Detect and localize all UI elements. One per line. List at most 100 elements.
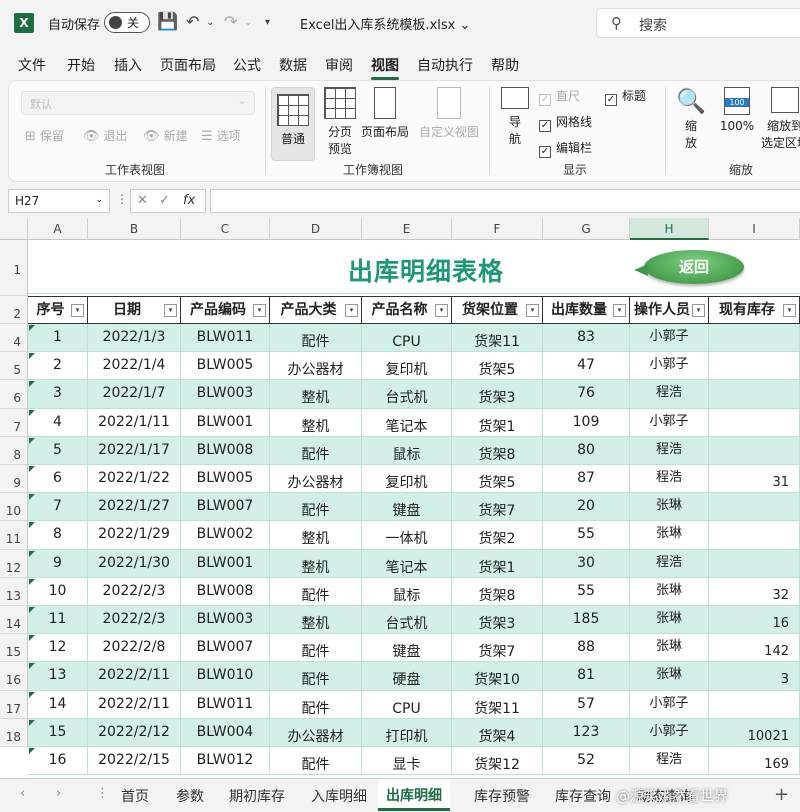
- cell-d14[interactable]: 配件: [270, 634, 362, 663]
- cell-d11[interactable]: 整机: [270, 549, 362, 578]
- cell-e5[interactable]: 台式机: [362, 380, 452, 409]
- cell-a5[interactable]: 3: [28, 380, 88, 409]
- cell-g7[interactable]: 80: [543, 436, 630, 465]
- cell-i17[interactable]: 10021: [709, 718, 800, 747]
- cell-g18[interactable]: 52: [543, 747, 630, 776]
- column-header-i[interactable]: I: [709, 218, 800, 240]
- header-cell-g[interactable]: 出库数量 ▾: [543, 296, 630, 324]
- cancel-icon[interactable]: ✕: [137, 193, 148, 208]
- cell-f5[interactable]: 货架3: [452, 380, 543, 409]
- cell-h17[interactable]: 小郭子: [630, 718, 709, 747]
- cell-h6[interactable]: 小郭子: [630, 408, 709, 437]
- cell-a7[interactable]: 5: [28, 436, 88, 465]
- cell-a8[interactable]: 6: [28, 465, 88, 494]
- cell-c5[interactable]: BLW003: [181, 380, 270, 409]
- cell-h10[interactable]: 张琳: [630, 521, 709, 550]
- cell-a17[interactable]: 15: [28, 718, 88, 747]
- cell-i16[interactable]: [709, 690, 800, 719]
- select-all-corner[interactable]: [0, 218, 28, 240]
- cell-d3[interactable]: 配件: [270, 324, 362, 353]
- row-header-13[interactable]: 13: [0, 577, 28, 606]
- cell-c16[interactable]: BLW011: [181, 690, 270, 719]
- cell-d4[interactable]: 办公器材: [270, 352, 362, 381]
- navigation-button[interactable]: 导 航: [497, 87, 533, 147]
- cell-b12[interactable]: 2022/2/3: [88, 577, 181, 606]
- cell-c7[interactable]: BLW008: [181, 436, 270, 465]
- cell-h9[interactable]: 张琳: [630, 493, 709, 522]
- tab-formulas[interactable]: 公式: [233, 55, 261, 75]
- row-header-17[interactable]: 17: [0, 690, 28, 719]
- tab-view[interactable]: 视图: [371, 55, 399, 80]
- sheet-tab-6[interactable]: 库存预警: [474, 786, 530, 806]
- cell-b5[interactable]: 2022/1/7: [88, 380, 181, 409]
- header-cell-f[interactable]: 货架位置 ▾: [452, 296, 543, 324]
- row-header-11[interactable]: 11: [0, 521, 28, 550]
- cell-i4[interactable]: [709, 352, 800, 381]
- cell-b7[interactable]: 2022/1/17: [88, 436, 181, 465]
- cell-e9[interactable]: 键盘: [362, 493, 452, 522]
- cell-g3[interactable]: 83: [543, 324, 630, 353]
- column-header-g[interactable]: G: [543, 218, 630, 240]
- cell-h13[interactable]: 张琳: [630, 606, 709, 635]
- filter-dropdown-icon[interactable]: ▾: [692, 304, 705, 317]
- sheet-view-dropdown[interactable]: 默认 ⌄: [21, 91, 255, 115]
- header-cell-b[interactable]: 日期 ▾: [88, 296, 181, 324]
- row-header-1[interactable]: 1: [0, 240, 28, 296]
- cell-i14[interactable]: 142: [709, 634, 800, 663]
- save-icon[interactable]: 💾: [157, 12, 178, 32]
- cell-g15[interactable]: 81: [543, 662, 630, 691]
- cell-b15[interactable]: 2022/2/11: [88, 662, 181, 691]
- filter-dropdown-icon[interactable]: ▾: [164, 304, 177, 317]
- cell-e18[interactable]: 显卡: [362, 747, 452, 776]
- next-sheet-icon[interactable]: ›: [56, 786, 61, 801]
- cell-c3[interactable]: BLW011: [181, 324, 270, 353]
- cell-b3[interactable]: 2022/1/3: [88, 324, 181, 353]
- cell-h11[interactable]: 程浩: [630, 549, 709, 578]
- custom-view-button[interactable]: 自定义视图: [417, 87, 481, 140]
- ruler-checkbox[interactable]: ✓ 直尺: [539, 87, 580, 106]
- cell-c6[interactable]: BLW001: [181, 408, 270, 437]
- cell-d18[interactable]: 配件: [270, 747, 362, 776]
- sheet-tab-7[interactable]: 库存查询: [555, 786, 611, 806]
- cell-h14[interactable]: 张琳: [630, 634, 709, 663]
- cell-f14[interactable]: 货架7: [452, 634, 543, 663]
- tab-home[interactable]: 开始: [67, 55, 95, 75]
- sheet-tab-3[interactable]: 期初库存: [229, 786, 285, 806]
- sheet-view-save-button[interactable]: ⊞ 保留: [25, 127, 64, 144]
- cell-f10[interactable]: 货架2: [452, 521, 543, 550]
- cell-g6[interactable]: 109: [543, 408, 630, 437]
- cell-b8[interactable]: 2022/1/22: [88, 465, 181, 494]
- gridlines-checkbox[interactable]: ✓ 网格线: [539, 113, 592, 132]
- cell-c10[interactable]: BLW002: [181, 521, 270, 550]
- cell-a9[interactable]: 7: [28, 493, 88, 522]
- cell-f8[interactable]: 货架5: [452, 465, 543, 494]
- cell-g10[interactable]: 55: [543, 521, 630, 550]
- cell-b10[interactable]: 2022/1/29: [88, 521, 181, 550]
- cell-b4[interactable]: 2022/1/4: [88, 352, 181, 381]
- row-header-4[interactable]: 4: [0, 324, 28, 353]
- cell-c13[interactable]: BLW003: [181, 606, 270, 635]
- more-sheets-icon[interactable]: ⋮: [96, 786, 109, 801]
- sheet-tab-4[interactable]: 入库明细: [311, 786, 367, 806]
- header-cell-h[interactable]: 操作人员 ▾: [630, 296, 709, 324]
- cell-f17[interactable]: 货架4: [452, 718, 543, 747]
- filter-dropdown-icon[interactable]: ▾: [435, 304, 448, 317]
- cell-e12[interactable]: 鼠标: [362, 577, 452, 606]
- row-header-2[interactable]: 2: [0, 296, 28, 324]
- cell-a10[interactable]: 8: [28, 521, 88, 550]
- sheet-view-options-button[interactable]: ☰ 选项: [201, 127, 241, 144]
- filter-dropdown-icon[interactable]: ▾: [345, 304, 358, 317]
- cell-i9[interactable]: [709, 493, 800, 522]
- filter-dropdown-icon[interactable]: ▾: [783, 304, 796, 317]
- cell-f15[interactable]: 货架10: [452, 662, 543, 691]
- page-layout-view-button[interactable]: 页面布局: [359, 87, 411, 140]
- zoom-to-selection-button[interactable]: 缩放到 选定区域: [761, 87, 800, 151]
- cell-f6[interactable]: 货架1: [452, 408, 543, 437]
- cell-a6[interactable]: 4: [28, 408, 88, 437]
- name-box[interactable]: H27 ⌄: [8, 189, 110, 213]
- row-header-14[interactable]: 14: [0, 606, 28, 635]
- cell-e4[interactable]: 复印机: [362, 352, 452, 381]
- prev-sheet-icon[interactable]: ‹: [20, 786, 25, 801]
- zoom-button[interactable]: 🔍 缩 放: [673, 87, 709, 151]
- cell-e3[interactable]: CPU: [362, 324, 452, 353]
